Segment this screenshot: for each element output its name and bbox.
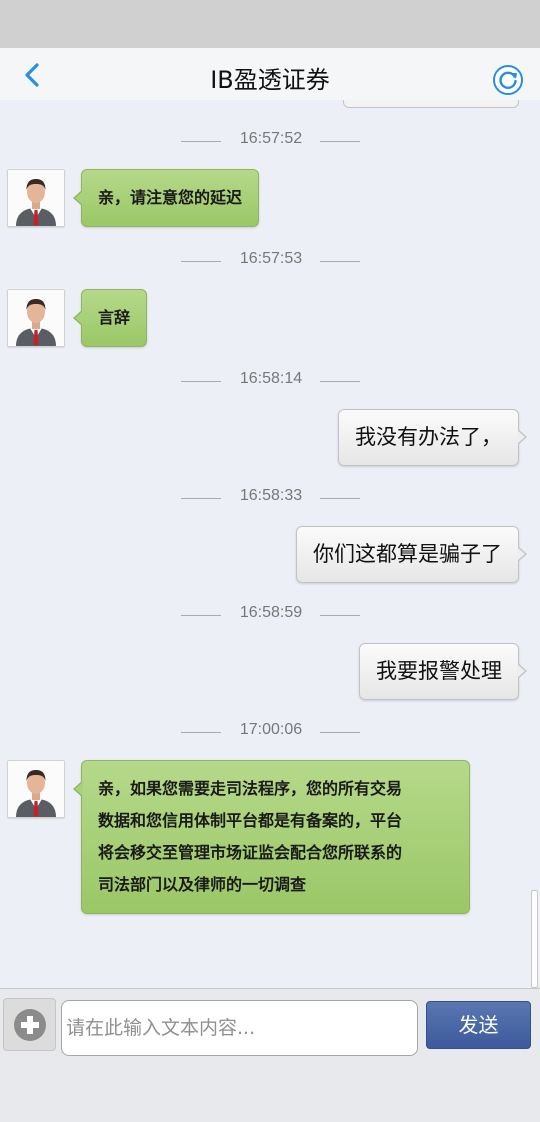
timestamp: 17:00:06 <box>239 721 303 738</box>
agent-message-bubble: 亲，如果您需要走司法程序，您的所有交易 数据和您信用体制平台都是有备案的，平台 … <box>73 760 470 914</box>
message-line: 司法部门以及律师的一切调查 <box>98 875 307 894</box>
agent-avatar-icon <box>16 299 56 346</box>
message-input[interactable] <box>61 1000 418 1056</box>
timestamp: 16:57:53 <box>239 250 303 267</box>
timestamp-row: 16:57:52 <box>0 130 540 152</box>
message-line: 亲，如果您需要走司法程序，您的所有交易 <box>98 779 403 798</box>
chat-header: IB盈透证券 <box>0 48 540 100</box>
user-message-bubble: 我要报警处理 <box>359 643 527 700</box>
page-title: IB盈透证券 <box>210 66 330 94</box>
timestamp: 16:57:52 <box>239 130 303 147</box>
composer-bar: 发送 <box>0 988 540 1122</box>
agent-avatar-icon <box>16 770 56 817</box>
send-button[interactable]: 发送 <box>426 1001 531 1049</box>
refresh-icon <box>493 65 523 95</box>
message-line: 将会移交至管理市场证监会配合您所联系的 <box>98 843 403 862</box>
agent-avatar[interactable] <box>7 760 65 818</box>
user-message-bubble: 我没有办法了， <box>338 409 527 466</box>
agent-message-bubble: 亲，请注意您的延迟 <box>72 169 260 227</box>
timestamp-row: 17:00:06 <box>0 721 540 743</box>
agent-avatar[interactable] <box>7 289 65 347</box>
timestamp-row: 16:58:33 <box>0 487 540 509</box>
user-message-bubble: 你们这都算是骗子了 <box>296 526 527 583</box>
timestamp: 16:58:59 <box>239 604 303 621</box>
timestamp: 16:58:33 <box>239 487 303 504</box>
timestamp-row: 16:57:53 <box>0 250 540 272</box>
timestamp: 16:58:14 <box>239 370 303 387</box>
timestamp-row: 16:58:14 <box>0 370 540 392</box>
previous-message-bubble <box>343 100 519 108</box>
agent-avatar[interactable] <box>7 169 65 227</box>
chat-area[interactable]: 16:57:52 亲，请注意您的延迟 16:57:53 言辞 16:58:14 … <box>0 100 540 988</box>
attach-button[interactable] <box>3 998 56 1051</box>
plus-circle-icon <box>14 1009 46 1041</box>
agent-message-bubble: 言辞 <box>72 289 148 347</box>
status-bar <box>0 0 540 48</box>
timestamp-row: 16:58:59 <box>0 604 540 626</box>
agent-avatar-icon <box>16 179 56 226</box>
message-line: 数据和您信用体制平台都是有备案的，平台 <box>98 811 403 830</box>
refresh-button[interactable] <box>492 64 524 96</box>
scrollbar[interactable] <box>531 890 538 988</box>
